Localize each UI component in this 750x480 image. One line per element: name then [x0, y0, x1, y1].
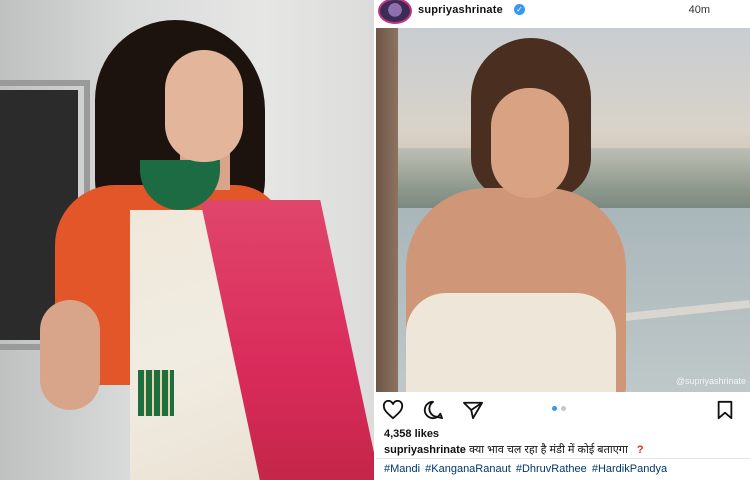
arm	[40, 300, 100, 410]
post-timestamp: 40m	[688, 4, 710, 16]
face	[165, 50, 243, 162]
pillar	[376, 28, 398, 392]
instagram-post: supriyashrinate ✓ 40m @supriyashrinate 4…	[376, 0, 750, 480]
profile-avatar[interactable]	[378, 0, 412, 24]
face	[491, 88, 569, 198]
image-watermark: @supriyashrinate	[675, 376, 746, 386]
post-image[interactable]: @supriyashrinate	[376, 28, 750, 392]
white-top	[406, 293, 616, 392]
post-username[interactable]: supriyashrinate	[418, 4, 503, 16]
carousel-indicator	[552, 406, 572, 412]
caption-text: क्या भाव चल रहा है मंडी में कोई बताएगा	[468, 444, 628, 456]
post-caption: supriyashrinate क्या भाव चल रहा है मंडी …	[384, 442, 644, 457]
post-actions	[376, 398, 750, 422]
post-header: supriyashrinate ✓ 40m	[376, 0, 750, 28]
hashtag-link[interactable]: #KanganaRanaut	[425, 463, 511, 475]
heart-icon[interactable]	[382, 399, 404, 420]
like-count[interactable]: 4,358 likes	[384, 428, 439, 440]
collage: supriyashrinate ✓ 40m @supriyashrinate 4…	[0, 0, 750, 480]
carousel-dot-active	[552, 406, 557, 411]
hashtag-link[interactable]: #Mandi	[384, 463, 420, 475]
carousel-dot	[561, 406, 566, 411]
send-icon[interactable]	[462, 400, 484, 420]
hashtag-list: #Mandi #KanganaRanaut #DhruvRathee #Hard…	[384, 463, 669, 475]
question-mark-icon: ?	[636, 444, 644, 456]
comment-icon[interactable]	[422, 400, 444, 420]
bookmark-icon[interactable]	[714, 400, 736, 420]
verified-badge-icon: ✓	[514, 4, 525, 15]
hashtag-link[interactable]: #DhruvRathee	[516, 463, 587, 475]
divider	[376, 458, 750, 459]
caption-username[interactable]: supriyashrinate	[384, 444, 466, 456]
left-photo	[0, 0, 374, 480]
hashtag-link[interactable]: #HardikPandya	[592, 463, 667, 475]
bangles	[138, 370, 174, 416]
